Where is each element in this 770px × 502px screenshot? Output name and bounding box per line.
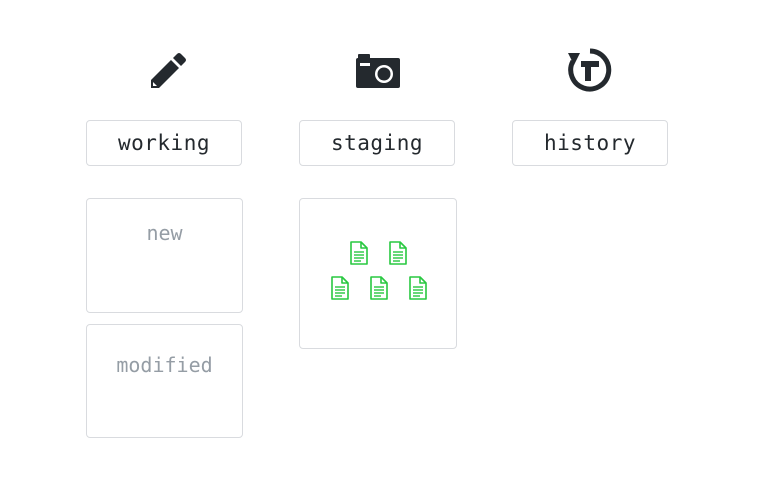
history-icon: [565, 45, 615, 95]
new-files-label: new: [146, 221, 183, 245]
working-label-text: working: [117, 131, 210, 155]
working-label: working: [86, 120, 242, 166]
new-files-panel: new: [86, 198, 243, 313]
file-icon: [388, 241, 408, 265]
file-icon: [349, 241, 369, 265]
file-icon: [408, 276, 428, 300]
history-label: history: [512, 120, 668, 166]
staging-label-text: staging: [330, 131, 423, 155]
camera-icon: [353, 45, 403, 95]
file-icon: [369, 276, 389, 300]
staging-label: staging: [299, 120, 455, 166]
modified-files-panel: modified: [86, 324, 243, 438]
file-icon: [330, 276, 350, 300]
history-label-text: history: [543, 131, 636, 155]
modified-files-label: modified: [116, 353, 213, 377]
pencil-icon: [140, 45, 190, 95]
staging-panel: [299, 198, 457, 349]
